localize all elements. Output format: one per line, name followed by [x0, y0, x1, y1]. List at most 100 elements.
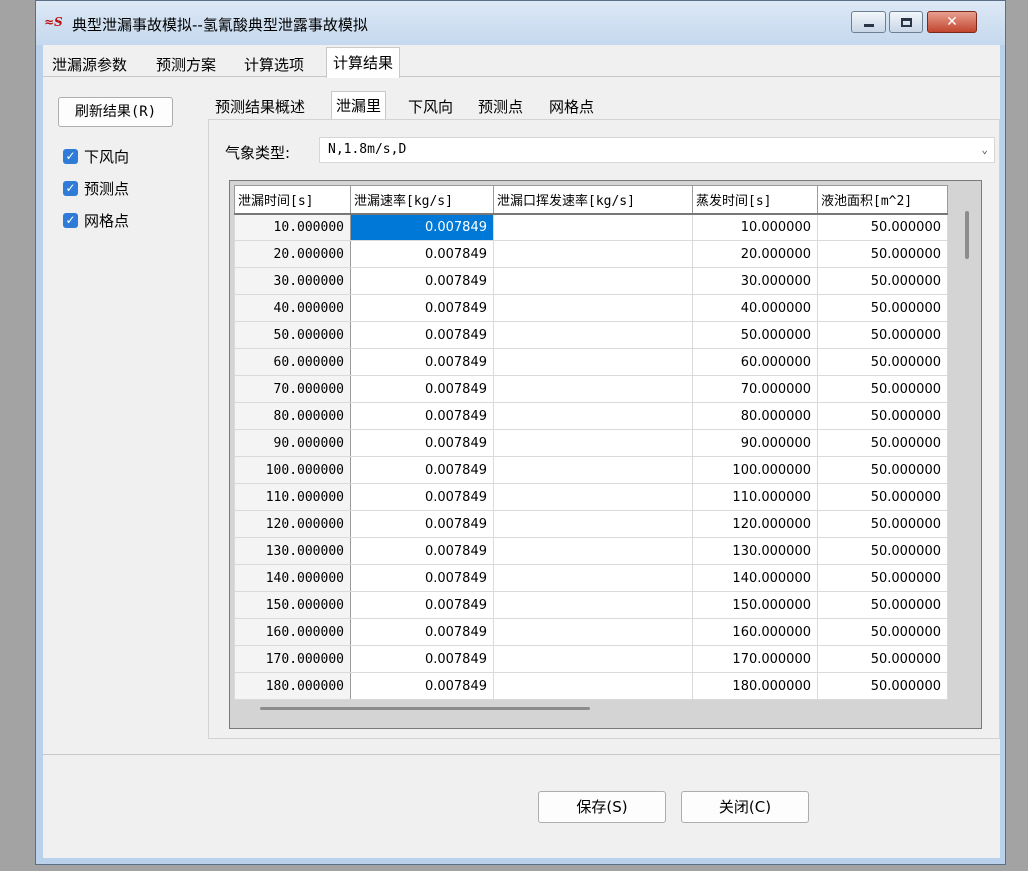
- table-cell[interactable]: 30.000000: [234, 267, 351, 295]
- tab-prediction-scheme[interactable]: 预测方案: [149, 51, 223, 77]
- vertical-scrollbar[interactable]: [965, 211, 969, 259]
- table-row[interactable]: 130.000000 0.007849 130.000000 50.000000: [234, 537, 948, 565]
- table-cell[interactable]: 180.000000: [234, 672, 351, 700]
- table-row[interactable]: 100.000000 0.007849 100.000000 50.000000: [234, 456, 948, 484]
- tab-calc-results[interactable]: 计算结果: [326, 47, 401, 78]
- table-row[interactable]: 140.000000 0.007849 140.000000 50.000000: [234, 564, 948, 592]
- table-cell[interactable]: [493, 240, 693, 268]
- table-cell[interactable]: 50.000000: [817, 483, 948, 511]
- table-cell[interactable]: 0.007849: [350, 645, 494, 673]
- table-row[interactable]: 20.000000 0.007849 20.000000 50.000000: [234, 240, 948, 268]
- table-row[interactable]: 70.000000 0.007849 70.000000 50.000000: [234, 375, 948, 403]
- table-cell[interactable]: 50.000000: [817, 618, 948, 646]
- table-cell[interactable]: 0.007849: [350, 240, 494, 268]
- table-cell[interactable]: 100.000000: [234, 456, 351, 484]
- save-button[interactable]: 保存(S): [538, 791, 666, 823]
- table-row[interactable]: 80.000000 0.007849 80.000000 50.000000: [234, 402, 948, 430]
- table-cell[interactable]: 110.000000: [234, 483, 351, 511]
- table-cell[interactable]: 0.007849: [350, 510, 494, 538]
- table-row[interactable]: 170.000000 0.007849 170.000000 50.000000: [234, 645, 948, 673]
- table-cell[interactable]: 80.000000: [692, 402, 818, 430]
- table-cell[interactable]: 0.007849: [350, 375, 494, 403]
- table-cell[interactable]: 50.000000: [817, 591, 948, 619]
- table-cell[interactable]: 130.000000: [234, 537, 351, 565]
- refresh-results-button[interactable]: 刷新结果(R): [58, 97, 173, 127]
- table-cell[interactable]: 50.000000: [817, 402, 948, 430]
- column-header-evaporation-time[interactable]: 蒸发时间[s]: [692, 185, 818, 215]
- table-cell[interactable]: 160.000000: [692, 618, 818, 646]
- table-row[interactable]: 120.000000 0.007849 120.000000 50.000000: [234, 510, 948, 538]
- table-cell[interactable]: 0.007849: [350, 348, 494, 376]
- table-cell[interactable]: 50.000000: [817, 294, 948, 322]
- checkbox-downwind[interactable]: ✓ 下风向: [63, 145, 129, 167]
- tab-leak-source-params[interactable]: 泄漏源参数: [45, 51, 134, 77]
- results-grid[interactable]: 泄漏时间[s] 泄漏速率[kg/s] 泄漏口挥发速率[kg/s] 蒸发时间[s]…: [229, 180, 982, 729]
- table-cell[interactable]: 50.000000: [817, 537, 948, 565]
- table-cell[interactable]: 110.000000: [692, 483, 818, 511]
- table-cell[interactable]: 20.000000: [692, 240, 818, 268]
- table-row[interactable]: 110.000000 0.007849 110.000000 50.000000: [234, 483, 948, 511]
- table-cell[interactable]: 50.000000: [817, 240, 948, 268]
- table-cell[interactable]: 0.007849: [350, 591, 494, 619]
- table-cell[interactable]: 0.007849: [350, 672, 494, 700]
- table-cell[interactable]: 50.000000: [817, 645, 948, 673]
- table-cell[interactable]: 0.007849: [350, 456, 494, 484]
- table-cell[interactable]: 0.007849: [350, 429, 494, 457]
- table-row[interactable]: 150.000000 0.007849 150.000000 50.000000: [234, 591, 948, 619]
- table-cell[interactable]: 20.000000: [234, 240, 351, 268]
- table-row[interactable]: 10.000000 0.007849 10.000000 50.000000: [234, 213, 948, 241]
- table-cell[interactable]: 30.000000: [692, 267, 818, 295]
- table-cell[interactable]: 0.007849: [350, 618, 494, 646]
- close-window-button[interactable]: ✕: [927, 11, 977, 33]
- table-cell[interactable]: 170.000000: [234, 645, 351, 673]
- table-cell[interactable]: 50.000000: [817, 564, 948, 592]
- horizontal-scrollbar[interactable]: [260, 707, 590, 710]
- table-cell[interactable]: 0.007849: [350, 564, 494, 592]
- table-cell[interactable]: [493, 321, 693, 349]
- table-cell[interactable]: 0.007849: [350, 213, 494, 241]
- maximize-button[interactable]: [889, 11, 923, 33]
- checkbox-prediction-points[interactable]: ✓ 预测点: [63, 177, 129, 199]
- table-cell[interactable]: 0.007849: [350, 321, 494, 349]
- column-header-volatilization-rate[interactable]: 泄漏口挥发速率[kg/s]: [493, 185, 693, 215]
- tab-calc-options[interactable]: 计算选项: [237, 51, 311, 77]
- table-cell[interactable]: 100.000000: [692, 456, 818, 484]
- table-cell[interactable]: 10.000000: [692, 213, 818, 241]
- table-cell[interactable]: 70.000000: [692, 375, 818, 403]
- table-cell[interactable]: 90.000000: [692, 429, 818, 457]
- table-cell[interactable]: [493, 672, 693, 700]
- table-cell[interactable]: 140.000000: [234, 564, 351, 592]
- column-header-leak-rate[interactable]: 泄漏速率[kg/s]: [350, 185, 494, 215]
- close-button[interactable]: 关闭(C): [681, 791, 809, 823]
- table-row[interactable]: 40.000000 0.007849 40.000000 50.000000: [234, 294, 948, 322]
- table-cell[interactable]: 120.000000: [234, 510, 351, 538]
- table-cell[interactable]: 10.000000: [234, 213, 351, 241]
- table-cell[interactable]: 50.000000: [817, 375, 948, 403]
- table-cell[interactable]: [493, 213, 693, 241]
- table-cell[interactable]: [493, 429, 693, 457]
- table-cell[interactable]: 60.000000: [692, 348, 818, 376]
- table-cell[interactable]: 50.000000: [692, 321, 818, 349]
- table-cell[interactable]: 50.000000: [817, 321, 948, 349]
- subtab-leak-amount[interactable]: 泄漏里: [331, 91, 387, 120]
- table-cell[interactable]: [493, 564, 693, 592]
- table-cell[interactable]: 90.000000: [234, 429, 351, 457]
- table-row[interactable]: 60.000000 0.007849 60.000000 50.000000: [234, 348, 948, 376]
- table-cell[interactable]: 0.007849: [350, 267, 494, 295]
- table-row[interactable]: 50.000000 0.007849 50.000000 50.000000: [234, 321, 948, 349]
- table-cell[interactable]: 170.000000: [692, 645, 818, 673]
- table-cell[interactable]: [493, 375, 693, 403]
- table-cell[interactable]: [493, 294, 693, 322]
- table-cell[interactable]: 50.000000: [817, 510, 948, 538]
- table-cell[interactable]: 0.007849: [350, 483, 494, 511]
- table-cell[interactable]: 160.000000: [234, 618, 351, 646]
- title-bar[interactable]: ≈S 典型泄漏事故模拟--氢氰酸典型泄露事故模拟 ✕: [36, 1, 1005, 45]
- subtab-grid-points[interactable]: 网格点: [545, 95, 598, 119]
- column-header-pool-area[interactable]: 液池面积[m^2]: [817, 185, 948, 215]
- subtab-downwind[interactable]: 下风向: [404, 95, 457, 119]
- table-cell[interactable]: 50.000000: [234, 321, 351, 349]
- table-cell[interactable]: 150.000000: [692, 591, 818, 619]
- table-row[interactable]: 180.000000 0.007849 180.000000 50.000000: [234, 672, 948, 700]
- table-cell[interactable]: 40.000000: [234, 294, 351, 322]
- table-cell[interactable]: 50.000000: [817, 429, 948, 457]
